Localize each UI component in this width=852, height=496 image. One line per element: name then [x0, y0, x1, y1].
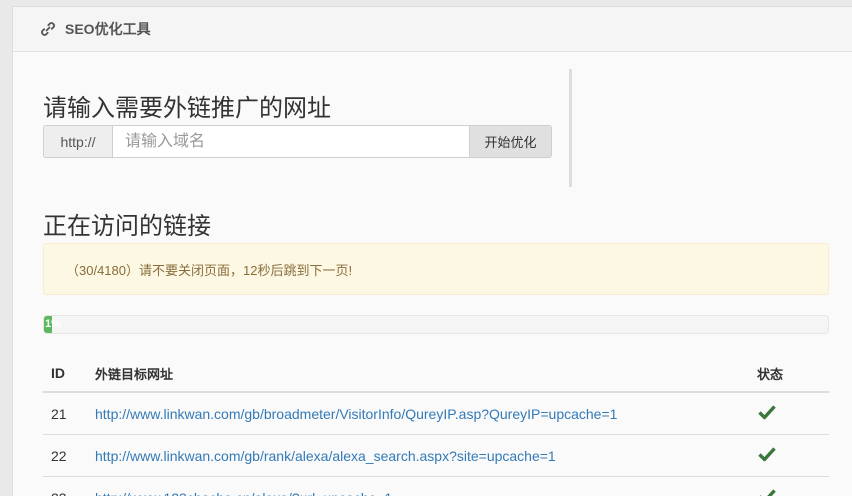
table-row: 22 http://www.linkwan.com/gb/rank/alexa/a…	[43, 435, 829, 477]
panel-title: SEO优化工具	[65, 19, 151, 39]
status-alert: （30/4180）请不要关闭页面，12秒后跳到下一页!	[43, 243, 829, 295]
domain-input[interactable]	[112, 125, 470, 158]
row-status	[749, 435, 829, 477]
col-header-url: 外链目标网址	[87, 355, 749, 392]
row-url-link[interactable]: http://www.linkwan.com/gb/rank/alexa/ale…	[95, 448, 556, 464]
table-row: 21 http://www.linkwan.com/gb/broadmeter/V…	[43, 392, 829, 435]
row-url-cell: http://www.linkwan.com/gb/rank/alexa/ale…	[87, 435, 749, 477]
progress-label: 1%	[45, 318, 61, 330]
table-header-row: ID 外链目标网址 状态	[43, 355, 829, 392]
col-header-status: 状态	[749, 355, 829, 392]
check-icon	[758, 404, 776, 420]
start-optimize-button[interactable]: 开始优化	[470, 125, 552, 158]
check-icon	[758, 446, 776, 462]
http-prefix: http://	[43, 125, 112, 158]
link-icon	[40, 21, 56, 37]
row-status	[749, 477, 829, 496]
row-url-link[interactable]: http://www.123chacha.cn/alexa/?url=upcac…	[95, 490, 392, 496]
seo-tool-panel: SEO优化工具 请输入需要外链推广的网址 http:// 开始优化 正在访问的链…	[12, 6, 852, 496]
progress-track: 1%	[43, 315, 829, 334]
row-url-cell: http://www.123chacha.cn/alexa/?url=upcac…	[87, 477, 749, 496]
row-id: 22	[43, 435, 87, 477]
row-id: 21	[43, 392, 87, 435]
col-header-id: ID	[43, 355, 87, 392]
row-status	[749, 392, 829, 435]
status-message: （30/4180）请不要关闭页面，12秒后跳到下一页!	[66, 260, 352, 279]
links-table: ID 外链目标网址 状态 21 http://www.linkwan.com/gb…	[43, 355, 829, 496]
status-heading: 正在访问的链接	[43, 206, 211, 241]
panel-header: SEO优化工具	[13, 7, 852, 52]
row-id: 23	[43, 477, 87, 496]
form-heading: 请输入需要外链推广的网址	[43, 88, 331, 123]
vertical-divider	[569, 69, 572, 187]
url-input-group: http:// 开始优化	[43, 125, 552, 158]
row-url-cell: http://www.linkwan.com/gb/broadmeter/Vis…	[87, 392, 749, 435]
row-url-link[interactable]: http://www.linkwan.com/gb/broadmeter/Vis…	[95, 406, 617, 422]
progress-bar: 1%	[44, 316, 52, 333]
table-row: 23 http://www.123chacha.cn/alexa/?url=upc…	[43, 477, 829, 496]
